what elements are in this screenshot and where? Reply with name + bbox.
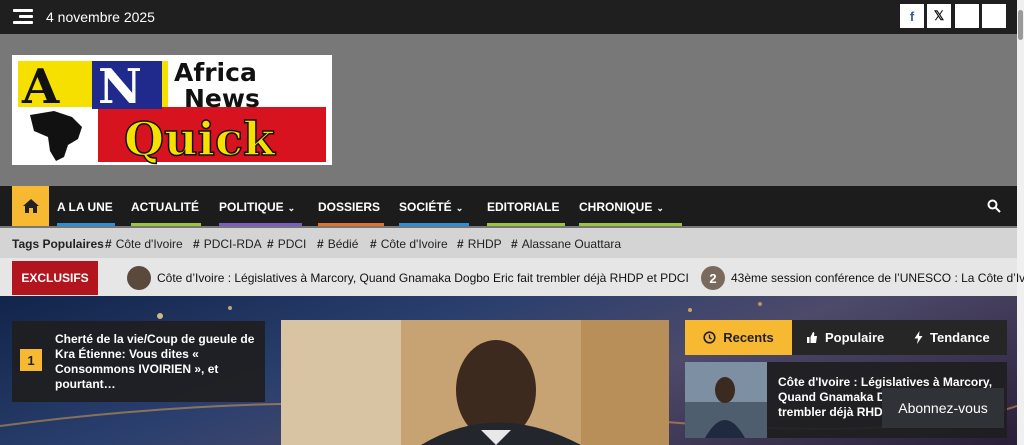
logo-word-quick: Quick	[124, 112, 276, 165]
chevron-down-icon: ⌄	[287, 203, 296, 213]
featured-photo	[281, 320, 669, 445]
tag-link[interactable]: # Alassane Ouattara	[511, 237, 621, 251]
tab-tendance[interactable]: Tendance	[914, 320, 990, 355]
social-icon[interactable]	[955, 4, 979, 28]
main-nav: A LA UNE ACTUALITÉ POLITIQUE ⌄ DOSSIERS S…	[0, 186, 1017, 226]
chevron-down-icon: ⌄	[656, 203, 664, 213]
nav-item-dossiers[interactable]: DOSSIERS	[318, 200, 380, 214]
bolt-icon	[914, 331, 923, 344]
nav-item-editoriale[interactable]: EDITORIALE	[487, 200, 559, 214]
menu-icon[interactable]	[13, 9, 33, 25]
top-bar: 4 novembre 2025 f 𝕏	[0, 0, 1017, 34]
home-icon	[22, 199, 39, 213]
scrollbar[interactable]	[1017, 0, 1024, 445]
chevron-down-icon: ⌄	[455, 203, 464, 213]
exclusifs-label: EXCLUSIFS	[12, 261, 98, 295]
tag-link[interactable]: # Côte d'Ivoire	[370, 237, 448, 251]
tags-label: Tags Populaires	[12, 237, 104, 251]
tag-link[interactable]: # PDCI	[267, 237, 306, 251]
ticker-number: 2	[701, 266, 725, 290]
svg-text:A: A	[21, 59, 60, 115]
tag-link[interactable]: # Bédié	[317, 237, 358, 251]
nav-item-chronique[interactable]: CHRONIQUE ⌄	[579, 200, 664, 214]
search-icon[interactable]	[987, 199, 1001, 213]
x-icon[interactable]: 𝕏	[927, 4, 951, 28]
side-article-card[interactable]: 1 Cherté de la vie/Coup de gueule de Kra…	[12, 321, 265, 402]
article-tabs: Recents Populaire Tendance	[685, 320, 1007, 355]
logo-word-africa: Africa	[174, 58, 257, 87]
nav-item-a-la-une[interactable]: A LA UNE	[57, 200, 113, 214]
logo-graphic: A N Africa News Quick	[12, 55, 332, 165]
site-header: A N Africa News Quick	[0, 34, 1017, 186]
clock-icon	[703, 331, 716, 344]
facebook-icon[interactable]: f	[900, 4, 924, 28]
recent-article-thumbnail	[685, 362, 767, 438]
scrollbar-thumb[interactable]	[1018, 10, 1023, 40]
svg-text:N: N	[98, 59, 142, 115]
ticker-item[interactable]: Côte d’Ivoire : Législatives à Marcory, …	[127, 266, 689, 290]
tag-link[interactable]: # RHDP	[457, 237, 502, 251]
nav-item-societe[interactable]: SOCIÉTÉ ⌄	[399, 200, 463, 214]
logo-word-news: News	[184, 84, 260, 113]
ticker-thumbnail	[127, 266, 151, 290]
popular-tags: Tags Populaires # Côte d'Ivoire # PDCI-RDA…	[0, 228, 1017, 258]
tag-link[interactable]: # PDCI-RDA	[193, 237, 262, 251]
tag-link[interactable]: # Côte d'Ivoire	[105, 237, 183, 251]
ticker-item[interactable]: 2 43ème session conférence de l’UNESCO :…	[701, 266, 1024, 290]
side-article-title: Cherté de la vie/Coup de gueule de Kra É…	[55, 332, 255, 391]
thumbs-up-icon	[807, 332, 817, 343]
featured-article-image[interactable]	[281, 320, 669, 445]
tab-recents[interactable]: Recents	[685, 320, 792, 355]
current-date: 4 novembre 2025	[46, 9, 155, 25]
home-button[interactable]	[12, 186, 49, 226]
featured-section: 1 Cherté de la vie/Coup de gueule de Kra…	[0, 296, 1017, 445]
exclusive-ticker: EXCLUSIFS Côte d’Ivoire : Législatives à…	[0, 258, 1024, 296]
nav-item-politique[interactable]: POLITIQUE ⌄	[219, 200, 295, 214]
nav-item-actualite[interactable]: ACTUALITÉ	[131, 200, 199, 214]
rank-badge: 1	[20, 349, 42, 371]
tab-populaire[interactable]: Populaire	[806, 320, 884, 355]
site-logo[interactable]: A N Africa News Quick	[12, 55, 332, 165]
social-icon[interactable]	[982, 4, 1006, 28]
subscribe-button[interactable]: Abonnez-vous	[882, 388, 1004, 428]
